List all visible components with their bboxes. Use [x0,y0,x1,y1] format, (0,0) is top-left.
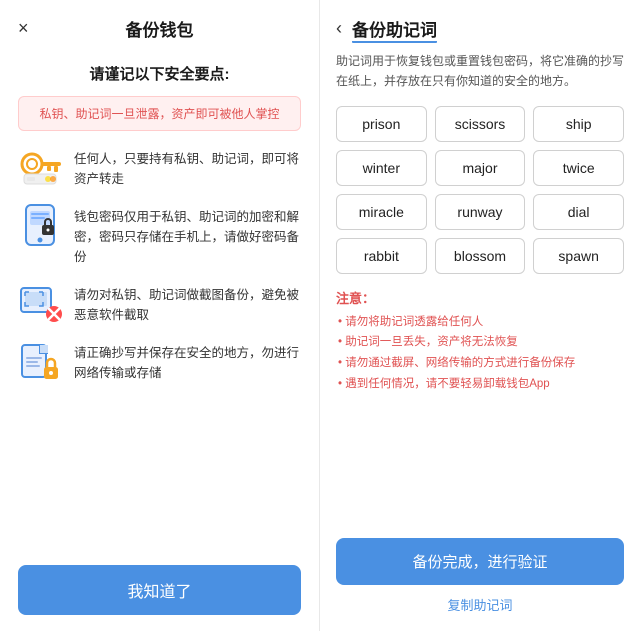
key-icon [18,145,62,189]
left-title: 备份钱包 [126,16,194,41]
mnemonic-cell: major [435,150,526,186]
verify-button[interactable]: 备份完成，进行验证 [336,538,624,585]
mnemonic-cell: runway [435,194,526,230]
safety-item-phone: 钱包密码仅用于私钥、助记词的加密和解密，密码只存储在手机上，请做好密码备份 [18,203,301,267]
notes-item: 助记词一旦丢失，资产将无法恢复 [336,332,624,353]
safety-items: 任何人，只要持有私钥、助记词，即可将资产转走 钱包密码仅用于私钥、助记词的加密和… [18,145,301,551]
mnemonic-cell: blossom [435,238,526,274]
close-icon[interactable]: × [18,18,29,39]
mnemonic-cell: twice [533,150,624,186]
safety-item-phone-text: 钱包密码仅用于私钥、助记词的加密和解密，密码只存储在手机上，请做好密码备份 [74,203,301,267]
mnemonic-cell: rabbit [336,238,427,274]
mnemonic-cell: miracle [336,194,427,230]
mnemonic-cell: winter [336,150,427,186]
mnemonic-grid: prisonscissorsship wintermajortwice miracl… [336,106,624,274]
right-panel: ‹ 备份助记词 助记词用于恢复钱包或重置钱包密码，将它准确的抄写在纸上，并存放在… [320,0,640,631]
copy-button[interactable]: 复制助记词 [336,595,624,614]
notes-item: 请勿将助记词透露给任何人 [336,312,624,333]
mnemonic-cell: ship [533,106,624,142]
left-footer: 我知道了 [18,551,301,631]
right-header: ‹ 备份助记词 [336,0,624,51]
notes-item: 遇到任何情况，请不要轻易卸载钱包App [336,374,624,395]
mnemonic-cell: dial [533,194,624,230]
left-header: × 备份钱包 [18,0,301,53]
safety-item-screenshot-text: 请勿对私钥、助记词做截图备份，避免被恶意软件截取 [74,281,301,325]
safety-item-key: 任何人，只要持有私钥、助记词，即可将资产转走 [18,145,301,189]
notes-title: 注意： [336,288,624,307]
safety-item-safe: 请正确抄写并保存在安全的地方，勿进行网络传输或存储 [18,339,301,383]
mnemonic-cell: scissors [435,106,526,142]
right-title: 备份助记词 [352,16,437,41]
right-desc: 助记词用于恢复钱包或重置钱包密码，将它准确的抄写在纸上，并存放在只有你知道的安全… [336,51,624,92]
phone-icon [18,203,62,247]
mnemonic-cell: prison [336,106,427,142]
right-footer: 备份完成，进行验证 复制助记词 [336,538,624,631]
left-panel: × 备份钱包 请谨记以下安全要点: 私钥、助记词一旦泄露，资产即可被他人掌控 [0,0,320,631]
notes-list: 请勿将助记词透露给任何人助记词一旦丢失，资产将无法恢复请勿通过截屏、网络传输的方… [336,312,624,395]
notes-section: 注意： 请勿将助记词透露给任何人助记词一旦丢失，资产将无法恢复请勿通过截屏、网络… [336,288,624,395]
safety-title: 请谨记以下安全要点: [18,63,301,84]
safety-item-key-text: 任何人，只要持有私钥、助记词，即可将资产转走 [74,145,301,189]
safe-copy-icon [18,339,62,383]
warning-banner: 私钥、助记词一旦泄露，资产即可被他人掌控 [18,96,301,131]
back-icon[interactable]: ‹ [336,18,342,39]
know-button[interactable]: 我知道了 [18,565,301,615]
safety-item-screenshot: 请勿对私钥、助记词做截图备份，避免被恶意软件截取 [18,281,301,325]
screenshot-icon [18,281,62,325]
safety-item-safe-text: 请正确抄写并保存在安全的地方，勿进行网络传输或存储 [74,339,301,383]
notes-item: 请勿通过截屏、网络传输的方式进行备份保存 [336,353,624,374]
mnemonic-cell: spawn [533,238,624,274]
